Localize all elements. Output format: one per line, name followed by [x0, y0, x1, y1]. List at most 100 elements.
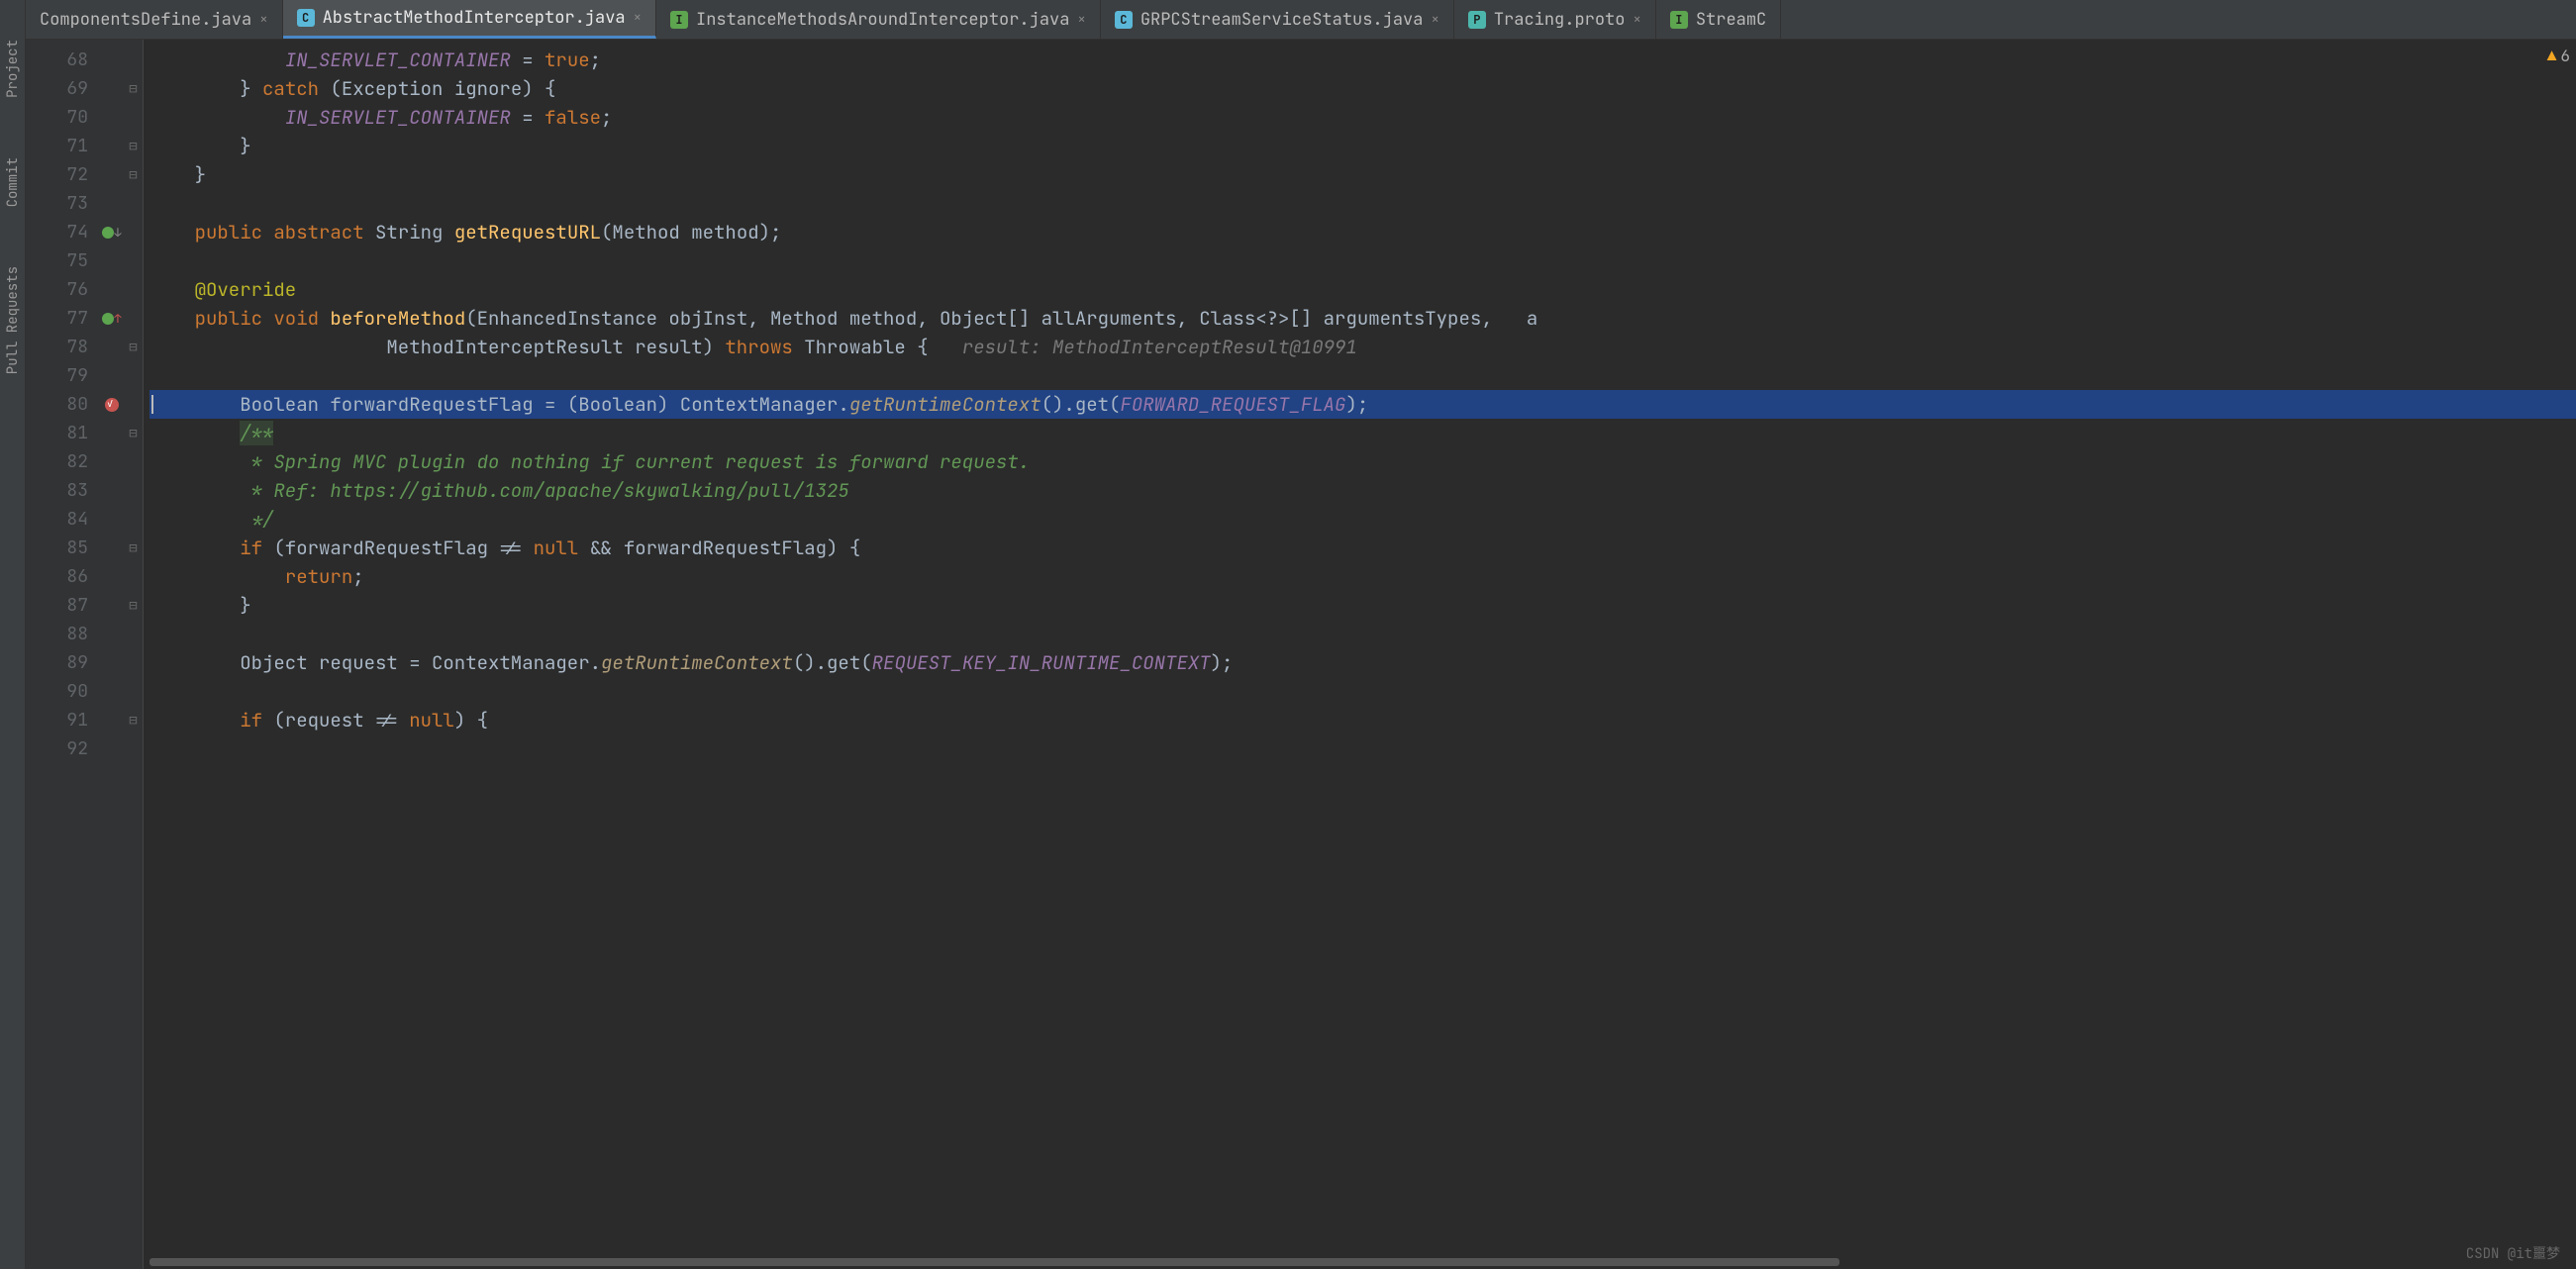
fold-marker[interactable]: [124, 562, 143, 591]
override-down-icon[interactable]: [102, 227, 114, 239]
gutter-marker[interactable]: [100, 620, 124, 648]
fold-marker[interactable]: ⊟: [124, 591, 143, 620]
editor-tab[interactable]: ComponentsDefine.java×: [26, 0, 283, 39]
code-line[interactable]: IN_SERVLET_CONTAINER = true;: [149, 46, 2576, 74]
code-line[interactable]: public void beforeMethod(EnhancedInstanc…: [149, 304, 2576, 333]
code-line[interactable]: [149, 620, 2576, 648]
fold-marker[interactable]: [124, 390, 143, 419]
code-line[interactable]: if (forwardRequestFlag != null && forwar…: [149, 534, 2576, 562]
gutter-marker[interactable]: [100, 562, 124, 591]
gutter-marker[interactable]: [100, 734, 124, 763]
gutter-marker[interactable]: ↑: [100, 304, 124, 333]
fold-marker[interactable]: [124, 218, 143, 246]
gutter-marker[interactable]: [100, 476, 124, 505]
close-icon[interactable]: ×: [1077, 11, 1085, 29]
code-line[interactable]: Boolean forwardRequestFlag = (Boolean) C…: [149, 390, 2576, 419]
code-line[interactable]: }: [149, 160, 2576, 189]
gutter-marker[interactable]: [100, 505, 124, 534]
gutter-marker[interactable]: [100, 132, 124, 160]
code-line[interactable]: [149, 189, 2576, 218]
gutter-marker[interactable]: [100, 46, 124, 74]
scrollbar-thumb[interactable]: [149, 1258, 1839, 1266]
editor-tab[interactable]: PTracing.proto×: [1454, 0, 1656, 39]
code-line[interactable]: MethodInterceptResult result) throws Thr…: [149, 333, 2576, 361]
marker-gutter[interactable]: ↓↑: [100, 40, 124, 1269]
gutter-marker[interactable]: [100, 591, 124, 620]
gutter-marker[interactable]: [100, 390, 124, 419]
horizontal-scrollbar[interactable]: [148, 1255, 2562, 1269]
code-line[interactable]: [149, 677, 2576, 706]
sidebar-item-commit[interactable]: Commit: [4, 157, 22, 207]
code-content[interactable]: IN_SERVLET_CONTAINER = true; } catch (Ex…: [144, 40, 2576, 1269]
gutter-marker[interactable]: [100, 275, 124, 304]
editor-tab[interactable]: CGRPCStreamServiceStatus.java×: [1101, 0, 1454, 39]
fold-marker[interactable]: ⊟: [124, 74, 143, 103]
sidebar-item-pull-requests[interactable]: Pull Requests: [4, 266, 22, 374]
code-line[interactable]: } catch (Exception ignore) {: [149, 74, 2576, 103]
code-token: ().get(: [793, 650, 872, 675]
editor-tab[interactable]: IInstanceMethodsAroundInterceptor.java×: [656, 0, 1101, 39]
code-line[interactable]: if (request != null) {: [149, 706, 2576, 734]
code-line[interactable]: Object request = ContextManager.getRunti…: [149, 648, 2576, 677]
close-icon[interactable]: ×: [259, 11, 267, 29]
gutter-marker[interactable]: [100, 189, 124, 218]
fold-marker[interactable]: [124, 361, 143, 390]
code-editor[interactable]: 6869707172737475767778798081828384858687…: [26, 40, 2576, 1269]
code-line[interactable]: }: [149, 132, 2576, 160]
fold-marker[interactable]: [124, 505, 143, 534]
sidebar-item-project[interactable]: Project: [4, 40, 22, 98]
code-line[interactable]: [149, 734, 2576, 763]
code-line[interactable]: * Spring MVC plugin do nothing if curren…: [149, 447, 2576, 476]
gutter-marker[interactable]: [100, 419, 124, 447]
fold-marker[interactable]: [124, 304, 143, 333]
fold-marker[interactable]: [124, 447, 143, 476]
fold-marker[interactable]: [124, 189, 143, 218]
code-line[interactable]: @Override: [149, 275, 2576, 304]
gutter-marker[interactable]: [100, 74, 124, 103]
gutter-marker[interactable]: [100, 333, 124, 361]
gutter-marker[interactable]: [100, 648, 124, 677]
fold-marker[interactable]: [124, 620, 143, 648]
code-line[interactable]: */: [149, 505, 2576, 534]
editor-tab[interactable]: CAbstractMethodInterceptor.java×: [283, 0, 656, 39]
gutter-marker[interactable]: [100, 361, 124, 390]
gutter-marker[interactable]: [100, 103, 124, 132]
code-line[interactable]: [149, 361, 2576, 390]
code-token: (EnhancedInstance objInst, Method method…: [465, 306, 1537, 331]
fold-marker[interactable]: ⊟: [124, 160, 143, 189]
code-line[interactable]: IN_SERVLET_CONTAINER = false;: [149, 103, 2576, 132]
fold-marker[interactable]: ⊟: [124, 419, 143, 447]
fold-marker[interactable]: ⊟: [124, 132, 143, 160]
fold-marker[interactable]: [124, 46, 143, 74]
fold-marker[interactable]: [124, 103, 143, 132]
editor-tab[interactable]: IStreamC: [1656, 0, 1781, 39]
fold-marker[interactable]: [124, 734, 143, 763]
close-icon[interactable]: ×: [634, 9, 642, 27]
gutter-marker[interactable]: [100, 447, 124, 476]
fold-gutter[interactable]: ⊟⊟⊟⊟⊟⊟⊟⊟: [124, 40, 144, 1269]
fold-marker[interactable]: [124, 246, 143, 275]
code-line[interactable]: * Ref: https://github.com/apache/skywalk…: [149, 476, 2576, 505]
gutter-marker[interactable]: [100, 534, 124, 562]
fold-marker[interactable]: ⊟: [124, 333, 143, 361]
close-icon[interactable]: ×: [1633, 11, 1640, 29]
gutter-marker[interactable]: [100, 677, 124, 706]
code-line[interactable]: }: [149, 591, 2576, 620]
close-icon[interactable]: ×: [1431, 11, 1438, 29]
code-line[interactable]: return;: [149, 562, 2576, 591]
code-line[interactable]: public abstract String getRequestURL(Met…: [149, 218, 2576, 246]
fold-marker[interactable]: [124, 275, 143, 304]
fold-marker[interactable]: ⊟: [124, 706, 143, 734]
gutter-marker[interactable]: ↓: [100, 218, 124, 246]
gutter-marker[interactable]: [100, 706, 124, 734]
fold-marker[interactable]: ⊟: [124, 534, 143, 562]
breakpoint-icon[interactable]: [105, 398, 119, 412]
fold-marker[interactable]: [124, 677, 143, 706]
gutter-marker[interactable]: [100, 160, 124, 189]
gutter-marker[interactable]: [100, 246, 124, 275]
fold-marker[interactable]: [124, 648, 143, 677]
fold-marker[interactable]: [124, 476, 143, 505]
override-up-icon[interactable]: [102, 313, 114, 325]
code-line[interactable]: [149, 246, 2576, 275]
code-line[interactable]: /**: [149, 419, 2576, 447]
